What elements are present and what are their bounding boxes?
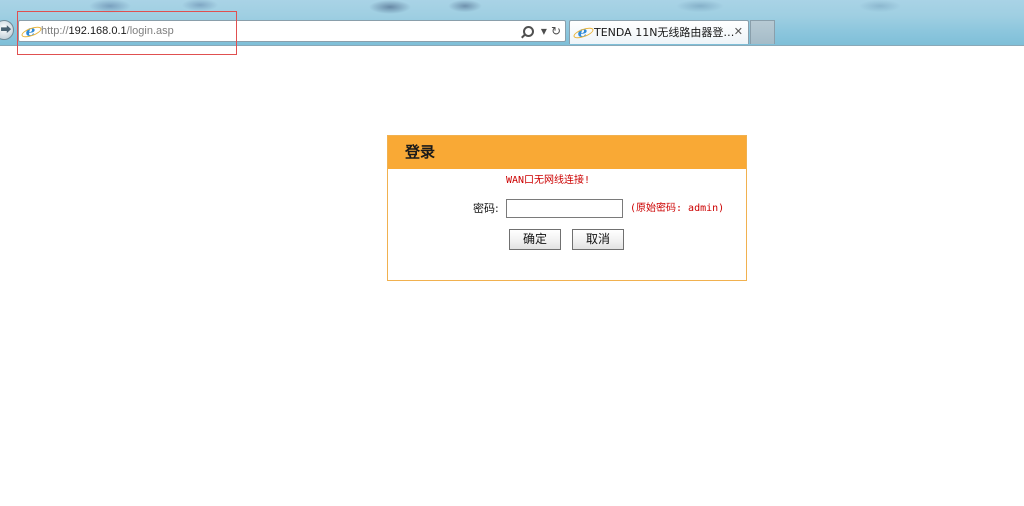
new-tab-button[interactable] bbox=[750, 20, 775, 44]
close-tab-icon[interactable]: ✕ bbox=[734, 25, 743, 39]
ok-button[interactable]: 确定 bbox=[509, 229, 561, 250]
annotation-highlight-box bbox=[17, 11, 237, 55]
wan-warning-message: WAN口无网线连接! bbox=[506, 175, 591, 186]
password-hint: (原始密码: admin) bbox=[630, 203, 725, 214]
forward-arrow-icon: ⮕ bbox=[0, 23, 12, 36]
forward-button[interactable]: ⮕ bbox=[0, 20, 14, 40]
address-tools: ▾ ↻ bbox=[522, 23, 561, 39]
ie-tab-icon: e bbox=[575, 25, 590, 40]
search-icon[interactable] bbox=[522, 25, 534, 37]
refresh-icon[interactable]: ↻ bbox=[551, 24, 561, 38]
tab-title: TENDA 11N无线路由器登… bbox=[594, 26, 735, 39]
login-header: 登录 bbox=[388, 136, 746, 169]
password-label: 密码: bbox=[473, 202, 499, 215]
tab-router-login[interactable]: e TENDA 11N无线路由器登… ✕ bbox=[569, 20, 749, 44]
dropdown-icon[interactable]: ▾ bbox=[541, 24, 547, 38]
login-panel: 登录 WAN口无网线连接! 密码: (原始密码: admin) 确定 取消 bbox=[387, 135, 747, 281]
password-input[interactable] bbox=[506, 199, 623, 218]
login-title: 登录 bbox=[405, 143, 436, 161]
cancel-button[interactable]: 取消 bbox=[572, 229, 624, 250]
